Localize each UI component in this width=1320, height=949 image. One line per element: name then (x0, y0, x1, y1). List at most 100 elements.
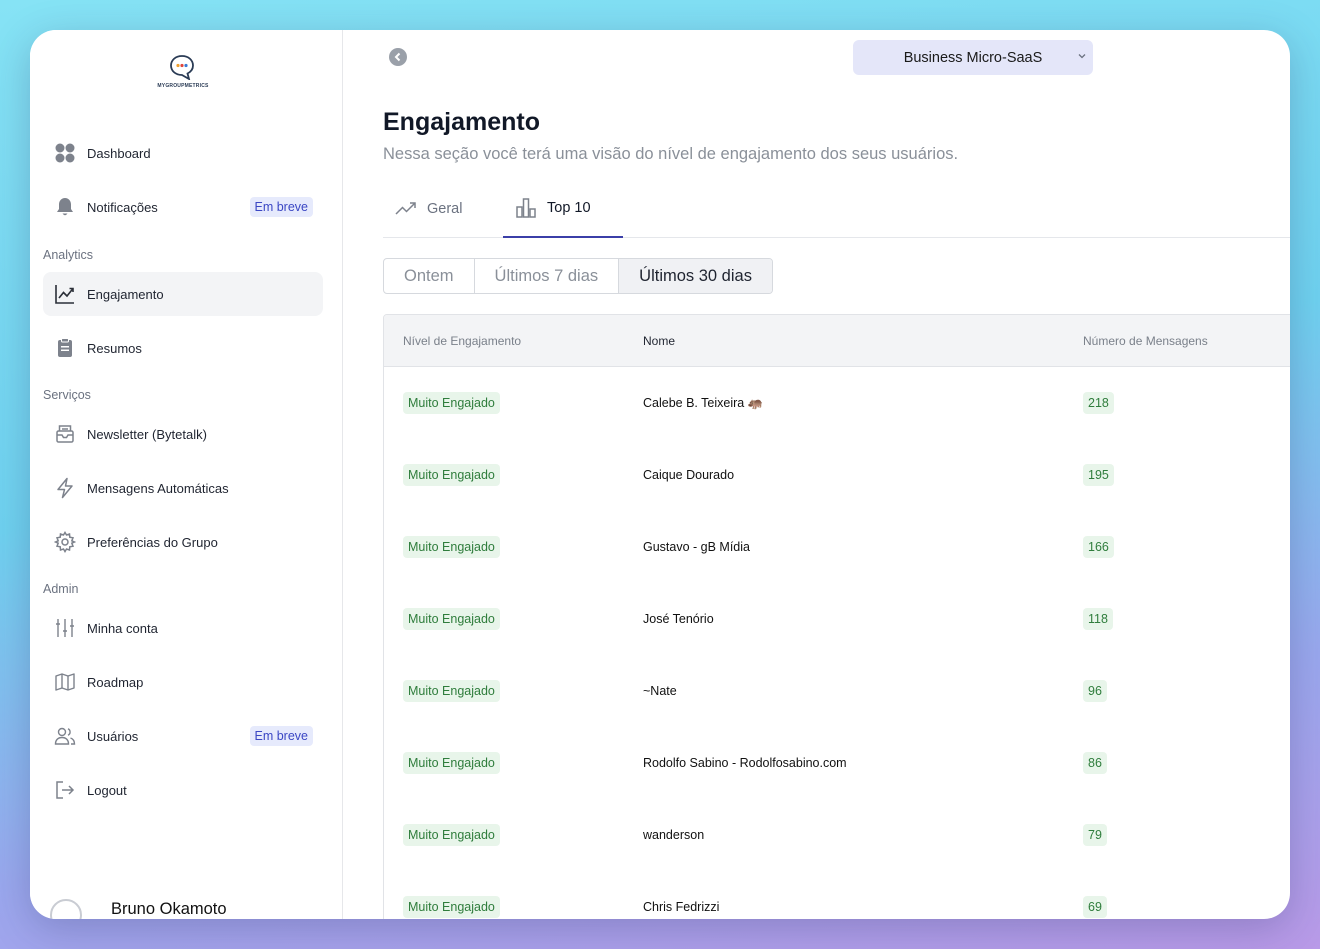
chat-bubble-logo-icon (170, 55, 194, 80)
engagement-level-badge: Muito Engajado (403, 824, 500, 846)
main-content: Business Micro-SaaS Engajamento Nessa se… (343, 30, 1290, 919)
table-row[interactable]: Muito Engajado ~Nate 96 (384, 655, 1290, 727)
engagement-level-badge: Muito Engajado (403, 392, 500, 414)
sidebar-item-preferencias[interactable]: Preferências do Grupo (43, 520, 323, 564)
period-selector: Ontem Últimos 7 dias Últimos 30 dias (383, 258, 773, 294)
sidebar-item-label: Preferências do Grupo (87, 534, 218, 550)
engagement-level-badge: Muito Engajado (403, 608, 500, 630)
logout-icon (54, 779, 76, 801)
clipboard-icon (54, 337, 76, 359)
sidebar-item-resumos[interactable]: Resumos (43, 326, 323, 370)
sidebar-item-notifications[interactable]: Notificações Em breve (43, 185, 323, 229)
engagement-level-badge: Muito Engajado (403, 752, 500, 774)
logo-text: MYGROUPMETRICS (157, 83, 209, 89)
dashboard-grid-icon (54, 142, 76, 164)
sidebar: MYGROUPMETRICS Dashboard Notificações Em… (30, 30, 343, 919)
message-count: 69 (1083, 896, 1107, 918)
page-subtitle: Nessa seção você terá uma visão do nível… (383, 145, 959, 163)
table-row[interactable]: Muito Engajado Rodolfo Sabino - Rodolfosa… (384, 727, 1290, 799)
column-header-messages[interactable]: Número de Mensagens (1083, 334, 1208, 348)
coming-soon-badge: Em breve (249, 197, 313, 217)
engagement-table: Nível de Engajamento Nome Número de Mens… (383, 314, 1290, 919)
group-select-value: Business Micro-SaaS (903, 49, 1043, 66)
table-header: Nível de Engajamento Nome Número de Mens… (384, 315, 1290, 367)
message-count: 218 (1083, 392, 1114, 414)
engagement-level-badge: Muito Engajado (403, 464, 500, 486)
bell-icon (54, 196, 76, 218)
gear-icon (54, 531, 76, 553)
tab-geral[interactable]: Geral (395, 180, 462, 238)
table-row[interactable]: Muito Engajado Chris Fedrizzi 69 (384, 871, 1290, 919)
sidebar-item-label: Mensagens Automáticas (87, 480, 229, 496)
tab-top10[interactable]: Top 10 (503, 180, 623, 238)
table-row[interactable]: Muito Engajado Calebe B. Teixeira 🦛 218 (384, 367, 1290, 439)
message-count: 166 (1083, 536, 1114, 558)
sidebar-item-roadmap[interactable]: Roadmap (43, 660, 323, 704)
period-ontem[interactable]: Ontem (384, 259, 475, 293)
user-name: Bruno Okamoto (111, 900, 227, 918)
map-icon (54, 671, 76, 693)
member-name: ~Nate (643, 684, 677, 698)
sidebar-item-mensagens-automaticas[interactable]: Mensagens Automáticas (43, 466, 323, 510)
section-label-admin: Admin (43, 582, 79, 596)
chevron-left-icon (394, 52, 401, 62)
lightning-icon (54, 477, 76, 499)
member-name: Caique Dourado (643, 468, 735, 482)
member-name: Chris Fedrizzi (643, 900, 720, 914)
message-count: 195 (1083, 464, 1114, 486)
app-window: MYGROUPMETRICS Dashboard Notificações Em… (30, 30, 1290, 919)
sidebar-item-label: Resumos (87, 340, 142, 356)
column-header-level[interactable]: Nível de Engajamento (403, 334, 521, 348)
member-name: Calebe B. Teixeira 🦛 (643, 395, 764, 410)
sidebar-item-label: Newsletter (Bytetalk) (87, 426, 207, 442)
period-7-dias[interactable]: Últimos 7 dias (475, 259, 620, 293)
section-label-servicos: Serviços (43, 388, 91, 402)
bar-chart-icon (516, 198, 536, 218)
period-30-dias[interactable]: Últimos 30 dias (619, 259, 772, 293)
message-count: 79 (1083, 824, 1107, 846)
tab-bar: Geral Top 10 (383, 180, 1290, 238)
sidebar-item-label: Usuários (87, 728, 139, 744)
table-row[interactable]: Muito Engajado Caique Dourado 195 (384, 439, 1290, 511)
sidebar-item-newsletter[interactable]: Newsletter (Bytetalk) (43, 412, 323, 456)
engagement-level-badge: Muito Engajado (403, 896, 500, 918)
brand-logo[interactable]: MYGROUPMETRICS (152, 54, 214, 94)
sidebar-item-label: Engajamento (87, 286, 164, 302)
sidebar-item-minha-conta[interactable]: Minha conta (43, 606, 323, 650)
member-name: Gustavo - gB Mídia (643, 540, 750, 554)
table-row[interactable]: Muito Engajado Gustavo - gB Mídia 166 (384, 511, 1290, 583)
section-label-analytics: Analytics (43, 248, 94, 262)
avatar (50, 899, 82, 919)
sliders-icon (54, 617, 76, 639)
message-count: 96 (1083, 680, 1107, 702)
sidebar-item-usuarios[interactable]: Usuários Em breve (43, 714, 323, 758)
sidebar-item-label: Minha conta (87, 620, 158, 636)
message-count: 86 (1083, 752, 1107, 774)
sidebar-item-label: Logout (87, 782, 127, 798)
tab-label: Top 10 (547, 200, 591, 216)
engagement-level-badge: Muito Engajado (403, 680, 500, 702)
users-icon (54, 725, 76, 747)
table-row[interactable]: Muito Engajado wanderson 79 (384, 799, 1290, 871)
chevron-down-icon (1078, 54, 1086, 59)
sidebar-item-label: Roadmap (87, 674, 144, 690)
column-header-name[interactable]: Nome (643, 334, 675, 348)
trend-icon (395, 202, 416, 215)
group-select[interactable]: Business Micro-SaaS (853, 40, 1093, 75)
message-count: 118 (1083, 608, 1113, 630)
coming-soon-badge: Em breve (249, 726, 313, 746)
page-title: Engajamento (383, 108, 540, 136)
newsletter-icon (54, 423, 76, 445)
sidebar-item-engajamento[interactable]: Engajamento (43, 272, 323, 316)
sidebar-item-label: Dashboard (87, 145, 151, 161)
sidebar-item-dashboard[interactable]: Dashboard (43, 131, 323, 175)
back-button[interactable] (389, 48, 407, 66)
member-name: wanderson (643, 828, 705, 842)
trend-chart-icon (54, 283, 76, 305)
engagement-level-badge: Muito Engajado (403, 536, 500, 558)
tab-label: Geral (427, 201, 463, 217)
table-row[interactable]: Muito Engajado José Tenório 118 (384, 583, 1290, 655)
sidebar-item-label: Notificações (87, 199, 158, 215)
member-name: Rodolfo Sabino - Rodolfosabino.com (643, 756, 847, 770)
sidebar-item-logout[interactable]: Logout (43, 768, 323, 812)
